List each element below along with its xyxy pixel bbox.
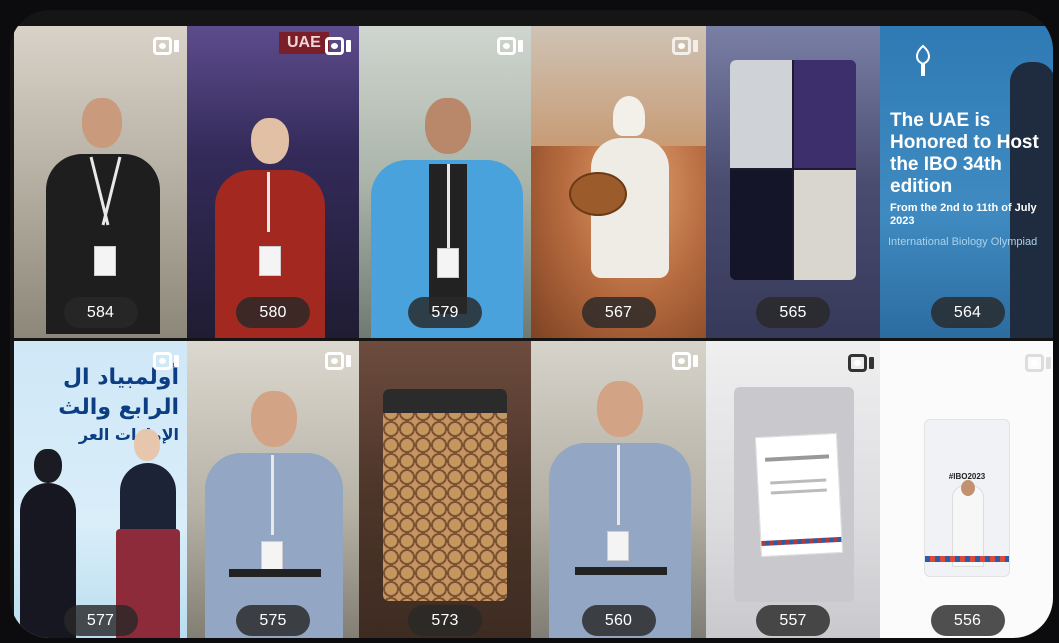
reel-icon xyxy=(153,36,179,56)
promo-headline: The UAE is Honored to Host the IBO 34th … xyxy=(890,110,1039,197)
ibo-logo-icon xyxy=(916,44,930,76)
promo-footer: International Biology Olympiad xyxy=(888,236,1038,248)
arabic-line-2: الرابع والث xyxy=(58,395,179,420)
promo-woman xyxy=(1010,62,1053,338)
reel-icon xyxy=(848,353,874,373)
reels-grid-frame: 584 UAE 580 579 567 565 The UAE is Honor… xyxy=(10,10,1053,638)
reel-icon xyxy=(672,36,698,56)
view-count: 577 xyxy=(63,605,138,636)
speaker-figure xyxy=(201,391,347,638)
certificate-card xyxy=(734,387,854,602)
reel-icon xyxy=(325,351,351,371)
reel-tile[interactable]: 579 xyxy=(359,26,531,338)
view-count: 567 xyxy=(581,297,656,328)
reel-icon xyxy=(497,36,523,56)
reel-tile[interactable]: 557 xyxy=(706,341,880,638)
reel-tile[interactable]: #IBO2023 556 xyxy=(880,341,1053,638)
promo-dates: From the 2nd to 11th of July 2023 xyxy=(890,202,1037,227)
reel-tile[interactable]: 573 xyxy=(359,341,531,638)
reel-tile[interactable]: UAE 580 xyxy=(187,26,359,338)
musician-figure xyxy=(569,96,681,296)
reel-tile[interactable]: أولمبياد ال الرابع والث الإمارات العر 57… xyxy=(14,341,187,638)
hashtag-card: #IBO2023 xyxy=(924,419,1010,577)
view-count: 573 xyxy=(408,605,482,636)
reel-icon xyxy=(672,351,698,371)
reel-tile[interactable]: 560 xyxy=(531,341,706,638)
view-count: 564 xyxy=(930,297,1005,328)
reel-icon xyxy=(325,36,351,56)
view-count: 580 xyxy=(236,297,310,328)
reel-tile[interactable]: 584 xyxy=(14,26,187,338)
view-count: 575 xyxy=(236,605,310,636)
reel-tile[interactable]: 565 xyxy=(706,26,880,338)
reel-icon xyxy=(153,351,179,371)
view-count: 565 xyxy=(756,297,830,328)
reel-tile[interactable]: 575 xyxy=(187,341,359,638)
view-count: 579 xyxy=(408,297,482,328)
reels-grid: 584 UAE 580 579 567 565 The UAE is Honor… xyxy=(14,26,1053,638)
speaker-figure xyxy=(545,381,695,638)
stage-sign: UAE xyxy=(279,32,329,54)
medals-card xyxy=(383,389,507,601)
reel-icon xyxy=(1025,353,1051,373)
view-count: 584 xyxy=(63,297,138,328)
collage-card xyxy=(730,60,856,280)
view-count: 556 xyxy=(930,605,1005,636)
view-count: 557 xyxy=(756,605,830,636)
view-count: 560 xyxy=(581,605,656,636)
reel-tile[interactable]: The UAE is Honored to Host the IBO 34th … xyxy=(880,26,1053,338)
reel-tile[interactable]: 567 xyxy=(531,26,706,338)
